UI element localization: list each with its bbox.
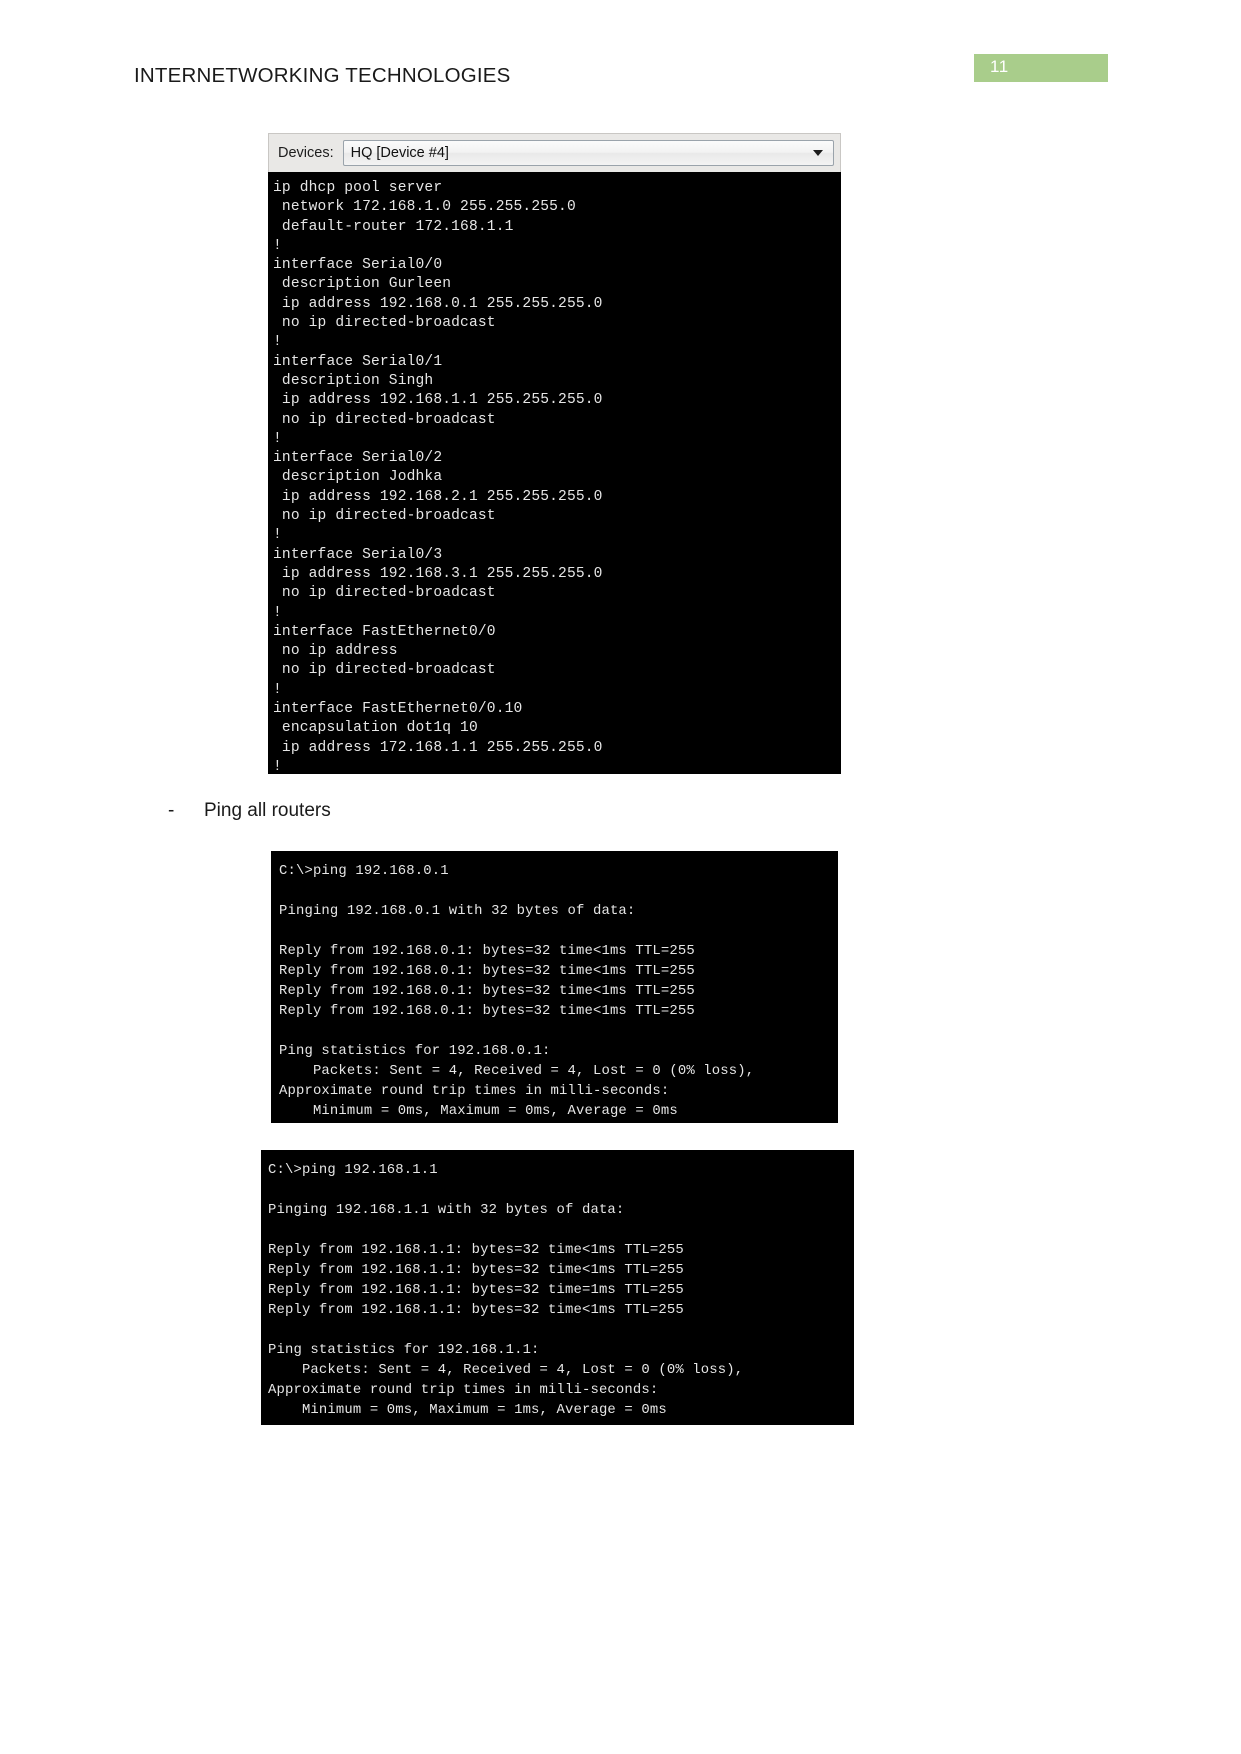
ping2-terminal-line: C:\>ping 192.168.1.1 xyxy=(268,1162,438,1178)
config-terminal-line: ip address 192.168.2.1 255.255.255.0 xyxy=(273,488,603,505)
ping-terminal-2: C:\>ping 192.168.1.1 Pinging 192.168.1.1… xyxy=(261,1150,854,1425)
config-terminal-line: ip address 172.168.1.1 255.255.255.0 xyxy=(273,739,603,756)
ping1-terminal-line: Minimum = 0ms, Maximum = 0ms, Average = … xyxy=(279,1103,678,1119)
config-terminal-line: no ip directed-broadcast xyxy=(273,411,496,428)
config-terminal-line: ! xyxy=(273,758,282,774)
config-terminal-line: default-router 172.168.1.1 xyxy=(273,218,514,235)
page-number-text: 11 xyxy=(990,57,1009,76)
bullet-ping-all-routers: - Ping all routers xyxy=(168,800,331,822)
config-terminal-line: ! xyxy=(273,527,282,544)
devices-label: Devices: xyxy=(278,145,334,161)
config-terminal-line: ! xyxy=(273,430,282,447)
ping1-terminal-line: Approximate round trip times in milli-se… xyxy=(279,1083,670,1099)
config-terminal-line: description Gurleen xyxy=(273,276,452,293)
config-terminal-line: no ip directed-broadcast xyxy=(273,662,496,679)
config-terminal-line: ! xyxy=(273,604,282,621)
config-terminal-line: ! xyxy=(273,237,282,254)
ping1-terminal-line: Reply from 192.168.0.1: bytes=32 time<1m… xyxy=(279,943,695,959)
ping2-terminal-line: Approximate round trip times in milli-se… xyxy=(268,1382,659,1398)
config-terminal-line: ! xyxy=(273,334,282,351)
config-terminal-line: interface Serial0/3 xyxy=(273,546,443,563)
config-terminal-line: interface Serial0/1 xyxy=(273,353,443,370)
ping2-terminal-line: Reply from 192.168.1.1: bytes=32 time<1m… xyxy=(268,1262,684,1278)
config-terminal-line: description Singh xyxy=(273,372,434,389)
chevron-down-icon[interactable] xyxy=(813,150,823,156)
config-terminal-line: ! xyxy=(273,681,282,698)
page-header: INTERNETWORKING TECHNOLOGIES 11 xyxy=(0,0,1241,110)
ping1-terminal-line: Packets: Sent = 4, Received = 4, Lost = … xyxy=(279,1063,755,1079)
devices-dropdown[interactable]: HQ [Device #4] xyxy=(342,140,834,166)
ping1-terminal-line xyxy=(279,1021,838,1041)
config-terminal-line: description Jodhka xyxy=(273,469,443,486)
ping1-terminal-line: Reply from 192.168.0.1: bytes=32 time<1m… xyxy=(279,963,695,979)
config-terminal-line: no ip address xyxy=(273,643,398,660)
config-terminal-line: no ip directed-broadcast xyxy=(273,508,496,525)
bullet-label: Ping all routers xyxy=(204,800,331,821)
ping-screenshot-1: C:\>ping 192.168.0.1 Pinging 192.168.0.1… xyxy=(271,851,838,1123)
ping2-terminal-line: Reply from 192.168.1.1: bytes=32 time<1m… xyxy=(268,1242,684,1258)
config-terminal-line: network 172.168.1.0 255.255.255.0 xyxy=(273,199,576,216)
ping1-terminal-line: C:\>ping 192.168.0.1 xyxy=(279,863,449,879)
page-title: INTERNETWORKING TECHNOLOGIES xyxy=(134,64,511,87)
config-terminal-line: interface Serial0/0 xyxy=(273,257,443,274)
ping2-terminal-line: Reply from 192.168.1.1: bytes=32 time<1m… xyxy=(268,1302,684,1318)
config-terminal-line: ip address 192.168.1.1 255.255.255.0 xyxy=(273,392,603,409)
ping2-terminal-line: Packets: Sent = 4, Received = 4, Lost = … xyxy=(268,1362,744,1378)
ping2-terminal-line xyxy=(268,1320,854,1340)
config-terminal-line: interface Serial0/2 xyxy=(273,450,443,467)
ping2-terminal-line: Reply from 192.168.1.1: bytes=32 time=1m… xyxy=(268,1282,684,1298)
ping1-terminal-line: Reply from 192.168.0.1: bytes=32 time<1m… xyxy=(279,983,695,999)
config-terminal-line: ip address 192.168.0.1 255.255.255.0 xyxy=(273,295,603,312)
router-config-screenshot: Devices: HQ [Device #4] ip dhcp pool ser… xyxy=(268,133,841,774)
ping1-terminal-line: Pinging 192.168.0.1 with 32 bytes of dat… xyxy=(279,903,636,919)
config-terminal-line: encapsulation dot1q 10 xyxy=(273,720,478,737)
ping2-terminal-line: Ping statistics for 192.168.1.1: xyxy=(268,1342,540,1358)
ping2-terminal-line: Minimum = 0ms, Maximum = 1ms, Average = … xyxy=(268,1402,667,1418)
ping2-terminal-line: Pinging 192.168.1.1 with 32 bytes of dat… xyxy=(268,1202,625,1218)
devices-selected-value: HQ [Device #4] xyxy=(350,145,449,161)
ping2-terminal-line xyxy=(268,1220,854,1240)
config-terminal-line: ip address 192.168.3.1 255.255.255.0 xyxy=(273,565,603,582)
ping1-terminal-line xyxy=(279,921,838,941)
page-number-badge: 11 xyxy=(974,54,1108,82)
devices-toolbar: Devices: HQ [Device #4] xyxy=(268,133,841,172)
ping1-terminal-line: Reply from 192.168.0.1: bytes=32 time<1m… xyxy=(279,1003,695,1019)
ping-terminal-1: C:\>ping 192.168.0.1 Pinging 192.168.0.1… xyxy=(271,851,838,1123)
ping1-terminal-line xyxy=(279,881,838,901)
config-terminal-line: no ip directed-broadcast xyxy=(273,585,496,602)
config-terminal-line: interface FastEthernet0/0 xyxy=(273,623,496,640)
config-terminal-line: no ip directed-broadcast xyxy=(273,315,496,332)
ping-screenshot-2: C:\>ping 192.168.1.1 Pinging 192.168.1.1… xyxy=(261,1150,854,1425)
bullet-marker: - xyxy=(168,800,175,821)
ping1-terminal-line: Ping statistics for 192.168.0.1: xyxy=(279,1043,551,1059)
config-terminal-line: ip dhcp pool server xyxy=(273,180,443,196)
ping2-terminal-line xyxy=(268,1180,854,1200)
router-config-terminal: ip dhcp pool server network 172.168.1.0 … xyxy=(268,172,841,774)
config-terminal-line: interface FastEthernet0/0.10 xyxy=(273,701,523,718)
